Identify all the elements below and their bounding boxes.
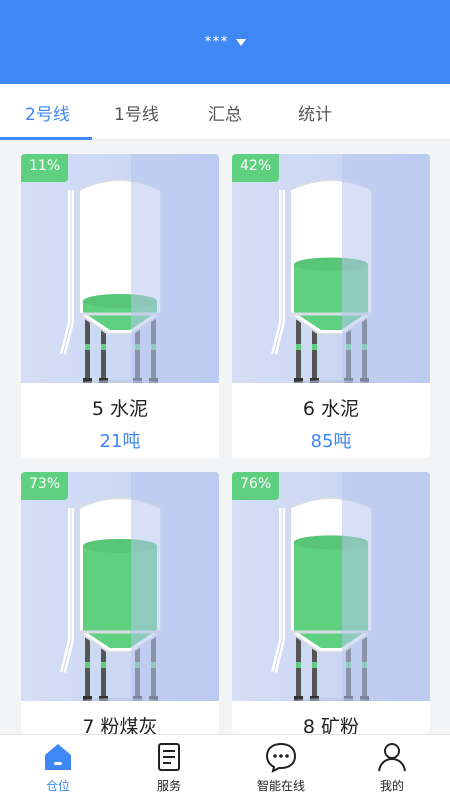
silo-name: 6 水泥 <box>302 398 360 420</box>
user-icon <box>378 743 406 772</box>
tabbar-item-storage[interactable]: 仓位 <box>3 739 113 797</box>
top-header: ' ' *** <box>0 0 450 84</box>
silo-card[interactable]: 76% 8 矿粉 <box>232 472 430 734</box>
tab-line-1[interactable]: 1号线 <box>114 100 159 125</box>
silo-amount: 85吨 <box>310 431 352 452</box>
tabbar-label: 智能在线 <box>256 779 305 793</box>
silo-name: 5 水泥 <box>91 398 149 420</box>
silo-card[interactable]: 73% 7 粉煤灰 <box>21 472 219 734</box>
tabbar-label: 服务 <box>156 779 181 793</box>
home-icon <box>45 744 71 770</box>
fill-percent-badge: 42% <box>232 154 280 182</box>
silo-illustration <box>232 154 430 392</box>
fill-percent-badge: 76% <box>232 472 280 500</box>
tabbar-item-service[interactable]: 服务 <box>114 739 224 797</box>
station-name: *** <box>204 34 229 50</box>
silo-card[interactable]: 11% 5 水泥 21吨 <box>21 154 219 458</box>
app-screen: ' ' *** 2号线 1号线 汇总 统计 11% 5 水泥 21吨 42% 6… <box>0 0 450 800</box>
silo-name: 8 矿粉 <box>302 716 360 734</box>
silo-illustration <box>21 472 219 710</box>
fill-percent-badge: 73% <box>21 472 69 500</box>
fill-percent-badge: 11% <box>21 154 69 182</box>
tabbar-item-smart-online[interactable]: 智能在线 <box>226 739 336 797</box>
silo-card[interactable]: 42% 6 水泥 85吨 <box>232 154 430 458</box>
tabbar-label: 仓位 <box>45 779 70 793</box>
tab-statistics[interactable]: 统计 <box>298 100 332 125</box>
silo-name: 7 粉煤灰 <box>82 716 158 734</box>
chevron-down-icon <box>235 38 246 46</box>
chat-icon <box>265 742 297 773</box>
tab-summary[interactable]: 汇总 <box>208 100 242 125</box>
service-icon <box>158 743 180 771</box>
bottom-tab-bar: 仓位 服务 智能在线 我的 <box>0 734 450 800</box>
tabbar-item-mine[interactable]: 我的 <box>337 739 447 797</box>
tab-line-2[interactable]: 2号线 <box>25 100 70 125</box>
silo-illustration <box>232 472 430 710</box>
silo-illustration <box>21 154 219 392</box>
line-tabs: 2号线 1号线 汇总 统计 <box>0 84 450 140</box>
header-top-glyphs: ' ' <box>318 0 331 8</box>
station-selector[interactable]: *** <box>0 34 450 50</box>
silo-amount: 21吨 <box>99 431 141 452</box>
silo-grid: 11% 5 水泥 21吨 42% 6 水泥 85吨 73% 7 粉煤灰 76% … <box>0 140 450 734</box>
tabbar-label: 我的 <box>379 779 404 793</box>
